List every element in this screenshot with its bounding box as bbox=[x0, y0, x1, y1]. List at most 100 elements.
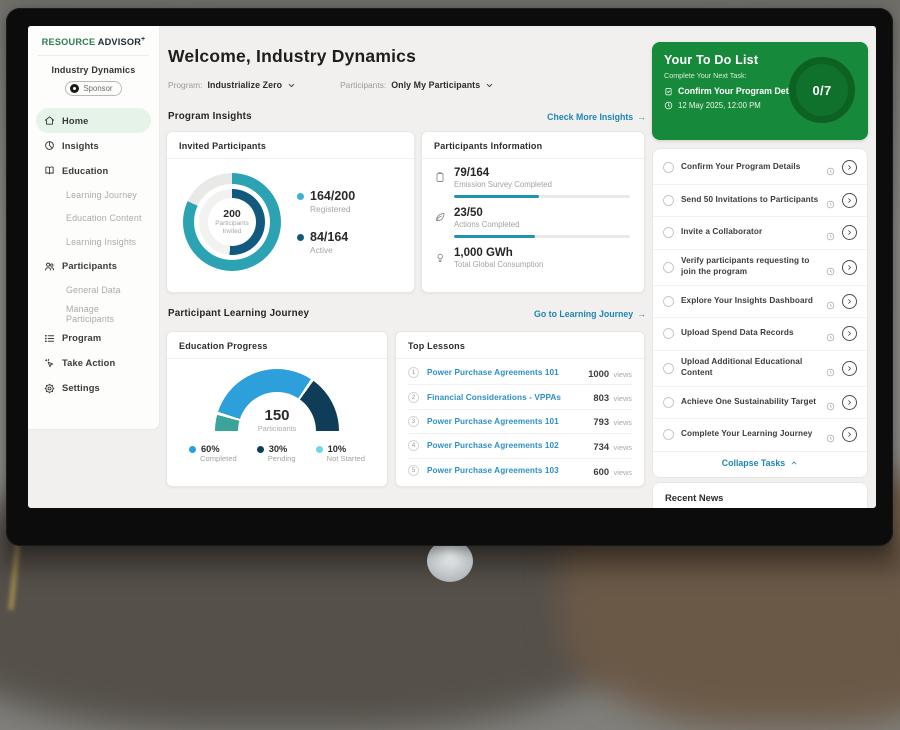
open-task-button[interactable] bbox=[842, 260, 857, 275]
clock-icon bbox=[664, 101, 673, 110]
views-suffix: views bbox=[614, 370, 632, 379]
sidebar-item-label: Learning Insights bbox=[66, 237, 136, 247]
views-count: 734 bbox=[593, 441, 609, 452]
sidebar-item-settings[interactable]: Settings bbox=[36, 376, 151, 401]
sidebar-item-label: Learning Journey bbox=[66, 190, 137, 200]
lesson-link[interactable]: Financial Considerations - VPPAs bbox=[427, 393, 585, 402]
chevron-right-icon bbox=[846, 164, 853, 171]
open-task-button[interactable] bbox=[842, 361, 857, 376]
todo-item[interactable]: Complete Your Learning Journey bbox=[653, 418, 867, 451]
todo-item-label: Explore Your Insights Dashboard bbox=[681, 296, 819, 307]
clipboard-icon bbox=[434, 171, 446, 183]
metric-label: Total Global Consumption bbox=[454, 260, 630, 269]
checkbox[interactable] bbox=[663, 328, 674, 339]
lesson-link[interactable]: Power Purchase Agreements 103 bbox=[427, 466, 585, 475]
open-task-button[interactable] bbox=[842, 395, 857, 410]
recent-news-panel: Recent News bbox=[652, 482, 868, 508]
lesson-link[interactable]: Power Purchase Agreements 102 bbox=[427, 441, 585, 450]
org-name: Industry Dynamics bbox=[28, 65, 159, 75]
legend-dot-registered bbox=[297, 193, 304, 200]
insights-icon bbox=[44, 140, 55, 151]
sidebar-item-education-content[interactable]: Education Content bbox=[36, 207, 151, 231]
collapse-tasks-link[interactable]: Collapse Tasks bbox=[653, 451, 867, 475]
todo-item[interactable]: Upload Spend Data Records bbox=[653, 317, 867, 350]
checkbox[interactable] bbox=[663, 363, 674, 374]
metric-emission-survey: 79/164 Emission Survey Completed bbox=[434, 167, 630, 198]
todo-item[interactable]: Upload Additional Educational Content bbox=[653, 350, 867, 386]
lesson-row: 4 Power Purchase Agreements 102 734 view… bbox=[408, 434, 632, 458]
go-to-learning-journey-link[interactable]: Go to Learning Journey → bbox=[534, 309, 646, 319]
lesson-link[interactable]: Power Purchase Agreements 101 bbox=[427, 417, 585, 426]
todo-item[interactable]: Verify participants requesting to join t… bbox=[653, 249, 867, 285]
timer-icon bbox=[826, 329, 835, 338]
open-task-button[interactable] bbox=[842, 225, 857, 240]
timer-icon bbox=[826, 263, 835, 272]
sidebar-item-manage-participants[interactable]: Manage Participants bbox=[36, 302, 151, 326]
open-task-button[interactable] bbox=[842, 326, 857, 341]
card-title: Top Lessons bbox=[396, 332, 644, 359]
todo-item[interactable]: Invite a Collaborator bbox=[653, 216, 867, 249]
checkbox[interactable] bbox=[663, 262, 674, 273]
sidebar-item-participants[interactable]: Participants bbox=[36, 254, 151, 279]
open-task-button[interactable] bbox=[842, 160, 857, 175]
gauge-center: 150 Participants bbox=[215, 407, 339, 431]
donut-center: 200 Participants Invited bbox=[208, 198, 256, 246]
todo-item[interactable]: Achieve One Sustainability Target bbox=[653, 386, 867, 419]
todo-progress-ring: 0/7 bbox=[789, 57, 855, 123]
check-more-insights-link[interactable]: Check More Insights → bbox=[547, 112, 646, 122]
chevron-down-icon bbox=[485, 81, 494, 90]
chevron-right-icon bbox=[846, 365, 853, 372]
monitor-bezel: RESOURCE ADVISOR+ Industry Dynamics Spon… bbox=[6, 8, 893, 546]
chevron-right-icon bbox=[846, 399, 853, 406]
legend-completed: 60% Completed bbox=[189, 444, 237, 463]
checkbox[interactable] bbox=[663, 195, 674, 206]
checkbox[interactable] bbox=[663, 397, 674, 408]
todo-item[interactable]: Send 50 Invitations to Participants bbox=[653, 184, 867, 217]
arrow-right-icon: → bbox=[637, 112, 646, 122]
views-count: 600 bbox=[593, 466, 609, 477]
open-task-button[interactable] bbox=[842, 294, 857, 309]
participants-dropdown[interactable]: Participants: Only My Participants bbox=[340, 80, 494, 90]
sidebar-item-program[interactable]: Program bbox=[36, 326, 151, 351]
program-dropdown[interactable]: Program: Industrialize Zero bbox=[168, 80, 296, 90]
education-progress-card: Education Progress 150 Participants 60% … bbox=[166, 331, 388, 487]
rank-badge: 2 bbox=[408, 392, 419, 403]
gauge-value: 150 bbox=[215, 407, 339, 424]
sidebar-item-take-action[interactable]: Take Action bbox=[36, 351, 151, 376]
filter-bar: Program: Industrialize Zero Participants… bbox=[168, 80, 494, 90]
logo-plus: + bbox=[141, 36, 145, 43]
todo-item[interactable]: Explore Your Insights Dashboard bbox=[653, 285, 867, 318]
card-title: Education Progress bbox=[167, 332, 387, 359]
lesson-row: 1 Power Purchase Agreements 101 1000 vie… bbox=[408, 361, 632, 385]
sidebar-item-learning-journey[interactable]: Learning Journey bbox=[36, 183, 151, 207]
open-task-button[interactable] bbox=[842, 193, 857, 208]
monitor-stand bbox=[427, 540, 473, 582]
home-icon bbox=[44, 115, 55, 126]
legend-label: Registered bbox=[310, 204, 355, 214]
todo-item[interactable]: Confirm Your Program Details bbox=[653, 151, 867, 184]
sidebar-item-education[interactable]: Education bbox=[36, 158, 151, 183]
collapse-tasks-label: Collapse Tasks bbox=[722, 458, 785, 468]
legend-dot-not-started bbox=[316, 446, 323, 453]
learning-journey-header: Participant Learning Journey Go to Learn… bbox=[168, 308, 646, 319]
arrow-right-icon: → bbox=[637, 309, 646, 319]
sidebar-item-home[interactable]: Home bbox=[36, 108, 151, 133]
leaf-icon bbox=[434, 211, 446, 223]
checkbox[interactable] bbox=[663, 296, 674, 307]
todo-item-label: Achieve One Sustainability Target bbox=[681, 397, 819, 408]
open-task-button[interactable] bbox=[842, 427, 857, 442]
checkbox[interactable] bbox=[663, 429, 674, 440]
metric-label: Actions Completed bbox=[454, 220, 630, 229]
program-insights-header: Program Insights Check More Insights → bbox=[168, 111, 646, 122]
sidebar-item-general-data[interactable]: General Data bbox=[36, 279, 151, 303]
lesson-row: 3 Power Purchase Agreements 101 793 view… bbox=[408, 410, 632, 434]
progress-fill bbox=[454, 195, 539, 198]
metric-value: 23/50 bbox=[454, 207, 630, 219]
sidebar-item-insights[interactable]: Insights bbox=[36, 133, 151, 158]
checkbox[interactable] bbox=[663, 162, 674, 173]
sidebar-item-learning-insights[interactable]: Learning Insights bbox=[36, 230, 151, 254]
todo-item-label: Send 50 Invitations to Participants bbox=[681, 195, 819, 206]
progress-fill bbox=[454, 235, 535, 238]
checkbox[interactable] bbox=[663, 227, 674, 238]
lesson-link[interactable]: Power Purchase Agreements 101 bbox=[427, 368, 580, 377]
